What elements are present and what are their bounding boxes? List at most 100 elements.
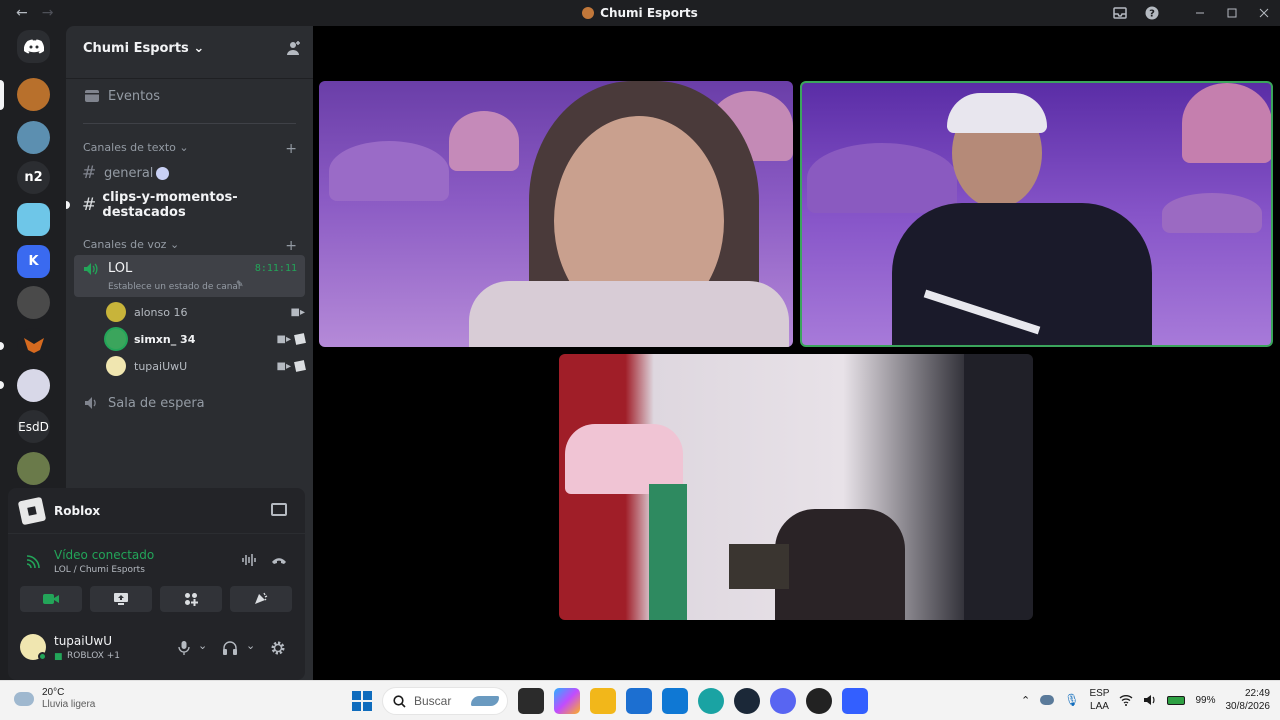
scene-drawer [649,484,687,620]
scene-desk-items [729,544,789,589]
voice-category[interactable]: Canales de voz ⌄ + [83,238,297,254]
language-indicator[interactable]: ESP LAA [1089,687,1109,713]
voice-channel-waiting-room[interactable]: Sala de espera [74,392,305,414]
network-app-icon[interactable] [1040,695,1055,705]
channel-status-hint[interactable]: Establece un estado de canal [108,282,240,292]
channel-clips-label: clips-y-momentos-destacados [102,190,238,220]
scene-mushroom [1162,193,1262,233]
weather-desc: Lluvia ligera [42,699,96,710]
chevron-down-icon[interactable]: ⌄ [198,639,207,652]
server-icon-2[interactable] [17,121,50,154]
activities-icon [185,593,198,606]
microphone-tray-icon[interactable]: 🎙 [1064,693,1079,707]
edge-icon[interactable] [698,688,724,714]
channel-clips[interactable]: # clips-y-momentos-destacados [74,190,305,220]
chevron-down-icon: ⌄ [193,40,205,56]
start-button[interactable] [352,691,372,711]
discord-taskbar-icon[interactable] [770,688,796,714]
chevron-down-icon: ⌄ [179,141,189,154]
inbox-icon[interactable] [1104,0,1136,26]
clock[interactable]: 22:49 30/8/2026 [1226,687,1271,713]
server-icon-10[interactable] [17,452,50,485]
help-icon[interactable]: ? [1136,0,1168,26]
voice-status[interactable]: Vídeo conectado [54,548,154,562]
server-icon-4[interactable] [17,203,50,236]
microphone-icon[interactable] [178,641,190,655]
video-tile-user-2-speaking[interactable] [800,81,1273,347]
server-icon-6[interactable] [17,286,50,319]
activities-button[interactable] [160,586,222,612]
bird-widget-icon [471,696,499,706]
channel-general[interactable]: # general [74,162,305,184]
voice-user-name: alonso 16 [134,305,188,319]
stream-game-icon[interactable] [271,503,287,516]
file-explorer-icon[interactable] [590,688,616,714]
server-icon-7[interactable] [17,328,50,361]
events-link[interactable]: Eventos [74,84,305,108]
current-user: tupaiUwU ■ ROBLOX +1 ⌄ ⌄ [8,628,305,674]
taskbar-search[interactable]: Buscar [382,687,508,715]
minimize-button[interactable] [1184,0,1216,26]
voice-location[interactable]: LOL / Chumi Esports [54,565,145,575]
disconnect-icon[interactable] [271,556,287,566]
weather-widget[interactable]: 20°C Lluvia ligera [14,687,95,711]
voice-channel-lol[interactable]: LOL 8:11:11 Establece un estado de canal… [74,255,305,297]
video-tile-user-3[interactable] [559,354,1033,620]
server-icon-chumi[interactable] [17,78,50,111]
person-shirt [469,281,789,347]
forward-button[interactable]: → [42,5,54,21]
copilot-icon[interactable] [554,688,580,714]
invite-icon[interactable] [285,40,301,56]
events-label: Eventos [108,88,160,104]
calendar-icon [85,90,99,102]
username[interactable]: tupaiUwU [54,634,112,648]
obs-icon[interactable] [806,688,832,714]
direct-messages-button[interactable] [17,30,50,63]
lang-bottom: LAA [1090,701,1109,712]
steam-icon[interactable] [734,688,760,714]
back-button[interactable]: ← [16,5,28,21]
voice-timer: 8:11:11 [254,263,297,274]
battery-icon[interactable] [1167,695,1186,705]
search-icon [393,694,406,708]
close-button[interactable] [1248,0,1280,26]
voice-user-alonso[interactable]: alonso 16 ■▸ [106,301,305,323]
headphones-icon[interactable] [223,641,237,655]
activity-name: Roblox [54,503,101,518]
soundboard-button[interactable] [230,586,292,612]
camera-button[interactable] [20,586,82,612]
chevron-down-icon[interactable]: ⌄ [246,639,255,652]
unread-indicator-2 [0,381,4,389]
ghost-emoji-icon [156,166,170,180]
volume-icon[interactable] [1143,694,1157,706]
noise-suppression-icon[interactable] [241,553,257,567]
selected-server-indicator [0,80,4,110]
server-header[interactable]: Chumi Esports ⌄ [66,26,313,70]
server-icon-n2[interactable]: n2 [17,161,50,194]
weather-temp: 20°C [42,687,65,698]
voice-user-simxn[interactable]: simxn_ 34 ■▸ [106,328,306,350]
store-icon[interactable] [626,688,652,714]
voice-user-tupai[interactable]: tupaiUwU ■▸ [106,355,306,377]
server-icon-k[interactable]: K [17,245,50,278]
roblox-taskbar-icon[interactable] [842,688,868,714]
outlook-icon[interactable] [662,688,688,714]
wifi-icon[interactable] [1119,694,1133,706]
gear-icon[interactable] [270,640,286,656]
scene-tree [1182,83,1271,163]
add-channel-icon[interactable]: + [285,141,297,157]
screen-share-button[interactable] [90,586,152,612]
voice-controls [20,586,292,612]
taskview-icon[interactable] [518,688,544,714]
text-category[interactable]: Canales de texto ⌄ + [83,141,297,157]
chevron-up-icon[interactable]: ⌃ [1021,694,1030,707]
roblox-icon [17,496,47,525]
maximize-button[interactable] [1216,0,1248,26]
server-icon-esdd[interactable]: EsdD [17,410,50,443]
add-voice-channel-icon[interactable]: + [285,238,297,254]
server-icon-8[interactable] [17,369,50,402]
voice-category-label: Canales de voz [83,238,167,251]
game-controller-icon: ■ [54,652,63,662]
video-tile-user-1[interactable] [319,81,793,347]
voice-connection: Vídeo conectado LOL / Chumi Esports [8,542,305,582]
